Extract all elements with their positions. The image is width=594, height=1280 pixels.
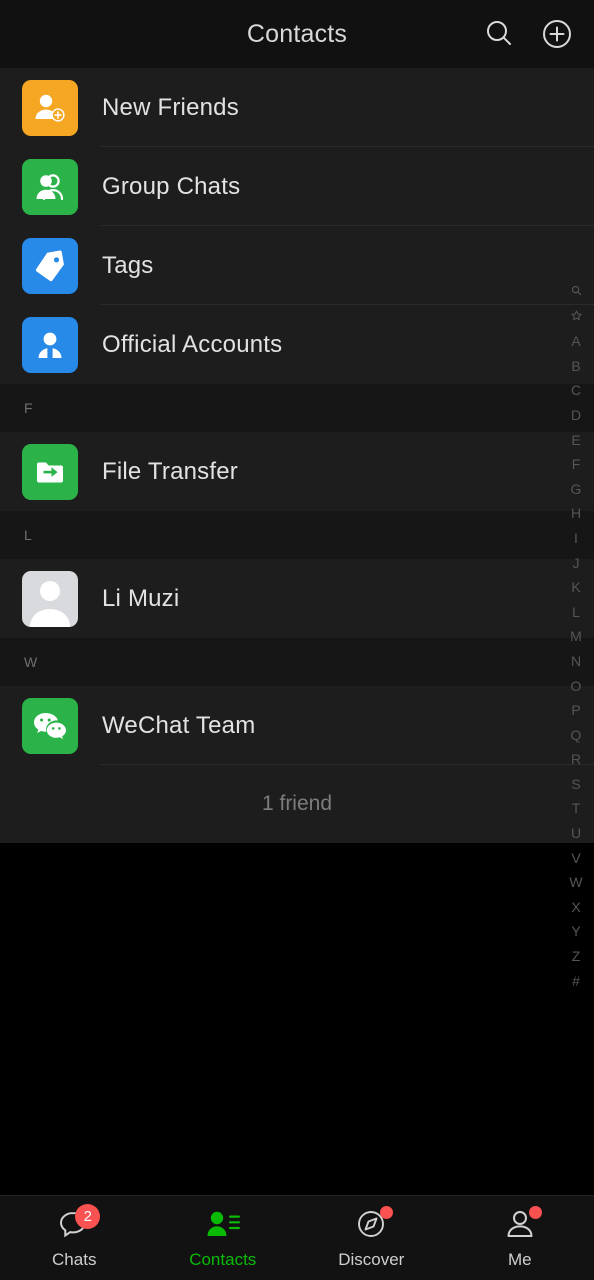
contacts-icon [205, 1208, 241, 1245]
index-letter-w[interactable]: W [564, 870, 588, 895]
new-friend-icon [22, 79, 78, 136]
add-circle-icon[interactable] [540, 17, 574, 51]
index-letter-f[interactable]: F [564, 452, 588, 477]
alphabet-index[interactable]: A B C D E F G H I J K L M N O P Q R S T … [564, 280, 588, 993]
index-letter-c[interactable]: C [564, 378, 588, 403]
tab-contacts-label: Contacts [189, 1250, 257, 1269]
contact-row-tags[interactable]: Tags [0, 226, 594, 305]
index-letter-a[interactable]: A [564, 329, 588, 354]
contact-row-official-accounts[interactable]: Official Accounts [0, 305, 594, 384]
contact-row-file-transfer[interactable]: File Transfer [0, 432, 594, 511]
section-header-label: L [24, 527, 33, 543]
contacts-screen: Contacts New Friends Group Chats Tags Of… [0, 0, 594, 1280]
tab-chats-label: Chats [52, 1250, 97, 1269]
tab-me-icon-wrap [496, 1206, 544, 1246]
section-header-label: W [24, 654, 38, 670]
wechat-logo-icon [22, 697, 78, 754]
contact-row-group-chats[interactable]: Group Chats [0, 147, 594, 226]
index-letter-e[interactable]: E [564, 428, 588, 453]
index-search-icon[interactable] [564, 280, 588, 305]
me-badge-dot [528, 1206, 542, 1219]
tab-chats-icon-wrap: 2 [50, 1204, 101, 1246]
contact-row-wechat-team[interactable]: WeChat Team [0, 686, 594, 765]
index-letter-l[interactable]: L [564, 600, 588, 625]
tab-me-label: Me [507, 1250, 532, 1269]
index-letter-p[interactable]: P [564, 698, 588, 723]
friend-count-label: 1 friend [261, 792, 333, 815]
tab-discover[interactable]: Discover [297, 1196, 446, 1280]
index-letter-r[interactable]: R [564, 747, 588, 772]
search-icon[interactable] [482, 17, 516, 51]
index-letter-n[interactable]: N [564, 649, 588, 674]
index-letter-u[interactable]: U [564, 821, 588, 846]
index-star-icon[interactable] [564, 305, 588, 330]
file-transfer-icon [22, 443, 78, 500]
index-letter-g[interactable]: G [564, 477, 588, 502]
contact-row-label: File Transfer [102, 457, 238, 485]
tab-contacts[interactable]: Contacts [149, 1196, 298, 1280]
index-letter-j[interactable]: J [564, 551, 588, 576]
empty-area [0, 843, 594, 1195]
row-divider [100, 764, 594, 765]
index-letter-b[interactable]: B [564, 354, 588, 379]
discover-badge-dot [380, 1206, 394, 1219]
tab-discover-icon-wrap [347, 1206, 395, 1246]
tab-discover-label: Discover [338, 1250, 405, 1269]
contact-row-label: WeChat Team [102, 711, 256, 739]
section-header-label: F [24, 400, 34, 416]
app-header: Contacts [0, 0, 594, 68]
index-letter-s[interactable]: S [564, 772, 588, 797]
index-letter-k[interactable]: K [564, 575, 588, 600]
index-letter-v[interactable]: V [564, 846, 588, 871]
index-letter-t[interactable]: T [564, 796, 588, 821]
index-symbol-hash[interactable]: # [564, 969, 588, 994]
index-letter-z[interactable]: Z [564, 944, 588, 969]
tag-icon [22, 237, 78, 294]
index-letter-y[interactable]: Y [564, 919, 588, 944]
friend-count-footer: 1 friend [0, 765, 594, 843]
contacts-list[interactable]: New Friends Group Chats Tags Official Ac… [0, 68, 594, 1195]
index-letter-o[interactable]: O [564, 674, 588, 699]
contact-row-label: New Friends [102, 93, 239, 121]
index-letter-m[interactable]: M [564, 624, 588, 649]
contact-row-label: Tags [102, 251, 154, 279]
group-chat-icon [22, 158, 78, 215]
index-letter-h[interactable]: H [564, 501, 588, 526]
contact-row-label: Official Accounts [102, 330, 283, 358]
tab-me[interactable]: Me [446, 1196, 594, 1280]
index-letter-d[interactable]: D [564, 403, 588, 428]
contact-row-new-friends[interactable]: New Friends [0, 68, 594, 147]
header-actions [482, 17, 574, 51]
section-header-l: L [0, 511, 594, 559]
bottom-navigation: 2 Chats Contacts Discover Me [0, 1195, 594, 1280]
index-letter-q[interactable]: Q [564, 723, 588, 748]
contact-row-li-muzi[interactable]: Li Muzi [0, 559, 594, 638]
index-letter-x[interactable]: X [564, 895, 588, 920]
index-letter-i[interactable]: I [564, 526, 588, 551]
contact-row-label: Li Muzi [102, 584, 180, 612]
tab-chats[interactable]: 2 Chats [0, 1196, 149, 1280]
contact-row-label: Group Chats [102, 172, 241, 200]
default-avatar-icon [22, 570, 78, 627]
tab-contacts-icon-wrap [199, 1206, 247, 1246]
section-header-w: W [0, 638, 594, 686]
section-header-f: F [0, 384, 594, 432]
official-account-icon [22, 316, 78, 373]
chats-badge: 2 [75, 1204, 101, 1229]
